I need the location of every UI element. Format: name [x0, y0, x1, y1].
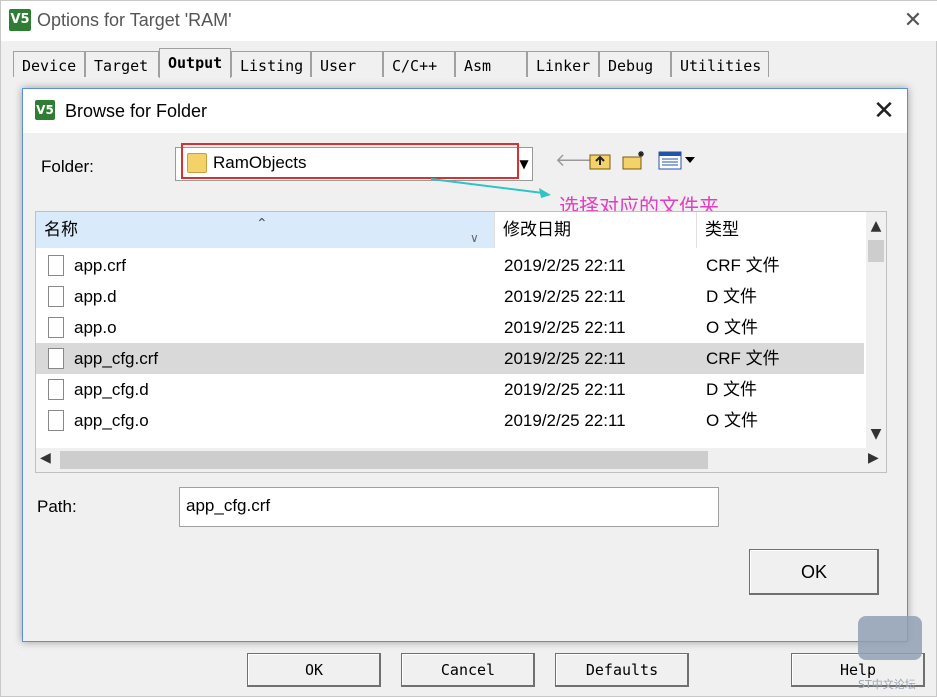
- file-type: O 文件: [706, 411, 758, 430]
- options-defaults-button[interactable]: Defaults: [555, 653, 689, 687]
- folder-highlight-box: [181, 143, 519, 179]
- tab-linker[interactable]: Linker: [527, 51, 599, 77]
- file-row[interactable]: app.crf 2019/2/25 22:11 CRF 文件: [36, 250, 864, 281]
- file-row[interactable]: app_cfg.d 2019/2/25 22:11 D 文件: [36, 374, 864, 405]
- new-folder-icon[interactable]: [621, 149, 647, 173]
- dialog-ok-button[interactable]: OK: [749, 549, 879, 595]
- folder-label: Folder:: [41, 157, 94, 176]
- file-icon: [48, 286, 64, 307]
- file-type: O 文件: [706, 318, 758, 337]
- file-name: app_cfg.d: [74, 380, 149, 399]
- scroll-up-icon[interactable]: ▲: [866, 218, 886, 234]
- options-cancel-button[interactable]: Cancel: [401, 653, 535, 687]
- file-date: 2019/2/25 22:11: [504, 411, 626, 430]
- column-header-type[interactable]: 类型: [696, 212, 864, 248]
- file-icon: [48, 379, 64, 400]
- back-arrow-icon[interactable]: 🡐: [555, 149, 603, 173]
- file-row-selected[interactable]: app_cfg.crf 2019/2/25 22:11 CRF 文件: [36, 343, 864, 374]
- dialog-title: Browse for Folder: [65, 101, 208, 121]
- file-name: app.o: [74, 318, 117, 337]
- path-input[interactable]: app_cfg.crf: [179, 487, 719, 527]
- file-type: D 文件: [706, 380, 757, 399]
- dialog-logo-icon: V5: [35, 100, 55, 120]
- file-type: D 文件: [706, 287, 757, 306]
- file-row[interactable]: app_cfg.o 2019/2/25 22:11 O 文件: [36, 405, 864, 436]
- file-date: 2019/2/25 22:11: [504, 380, 626, 399]
- tab-asm[interactable]: Asm: [455, 51, 527, 77]
- file-name: app_cfg.crf: [74, 349, 159, 368]
- browse-folder-dialog: V5 Browse for Folder ✕ Folder: RamObject…: [22, 88, 908, 642]
- keil-logo-icon: V5: [9, 9, 31, 31]
- file-icon: [48, 348, 64, 369]
- view-menu-icon[interactable]: [657, 149, 697, 173]
- file-icon: [48, 317, 64, 338]
- options-titlebar: V5 Options for Target 'RAM' ✕: [1, 1, 937, 41]
- column-header-name-label: 名称: [44, 220, 78, 240]
- tab-listing[interactable]: Listing: [231, 51, 311, 77]
- path-label: Path:: [37, 497, 77, 516]
- scroll-left-icon[interactable]: ◀: [40, 450, 51, 466]
- tab-user[interactable]: User: [311, 51, 383, 77]
- forum-watermark: ST中文论坛: [854, 612, 930, 696]
- file-row[interactable]: app.d 2019/2/25 22:11 D 文件: [36, 281, 864, 312]
- file-date: 2019/2/25 22:11: [504, 349, 626, 368]
- horizontal-scrollbar[interactable]: ◀ ▶: [36, 448, 886, 472]
- tab-utilities[interactable]: Utilities: [671, 51, 769, 77]
- horizontal-scroll-thumb[interactable]: [60, 451, 708, 469]
- file-date: 2019/2/25 22:11: [504, 287, 626, 306]
- watermark-text: ST中文论坛: [858, 678, 916, 691]
- file-date: 2019/2/25 22:11: [504, 256, 626, 275]
- dialog-titlebar: V5 Browse for Folder ✕: [23, 89, 907, 133]
- file-name: app.d: [74, 287, 117, 306]
- options-ok-button[interactable]: OK: [247, 653, 381, 687]
- up-folder-icon[interactable]: [587, 149, 613, 173]
- file-type: CRF 文件: [706, 349, 780, 368]
- column-header-date[interactable]: 修改日期: [494, 212, 696, 248]
- file-icon: [48, 410, 64, 431]
- tab-device[interactable]: Device: [13, 51, 85, 77]
- file-icon: [48, 255, 64, 276]
- file-row[interactable]: app.o 2019/2/25 22:11 O 文件: [36, 312, 864, 343]
- file-type: CRF 文件: [706, 256, 780, 275]
- file-name: app_cfg.o: [74, 411, 149, 430]
- dialog-close-icon[interactable]: ✕: [869, 97, 899, 127]
- vertical-scroll-thumb[interactable]: [868, 240, 884, 262]
- options-window-title: Options for Target 'RAM': [37, 10, 232, 30]
- tab-output[interactable]: Output: [159, 48, 231, 78]
- vertical-scrollbar[interactable]: ▲ ▼: [866, 212, 886, 448]
- sort-ascending-icon: ⌃: [256, 216, 268, 232]
- scroll-right-icon[interactable]: ▶: [868, 450, 879, 466]
- scroll-down-icon[interactable]: ▼: [866, 426, 886, 442]
- file-list-header: 名称 ⌃ ∨ 修改日期 类型: [36, 212, 864, 248]
- chevron-down-icon[interactable]: ▼: [515, 147, 533, 181]
- tab-c-cpp[interactable]: C/C++: [383, 51, 455, 77]
- column-header-name[interactable]: 名称 ⌃ ∨: [36, 212, 494, 248]
- tab-target[interactable]: Target: [85, 51, 159, 77]
- file-name: app.crf: [74, 256, 126, 275]
- file-date: 2019/2/25 22:11: [504, 318, 626, 337]
- tab-debug[interactable]: Debug: [599, 51, 671, 77]
- file-list: 名称 ⌃ ∨ 修改日期 类型 app.crf 2019/2/25 22:11 C…: [35, 211, 887, 473]
- chat-bubble-icon: [858, 616, 922, 660]
- options-close-icon[interactable]: ✕: [899, 7, 927, 35]
